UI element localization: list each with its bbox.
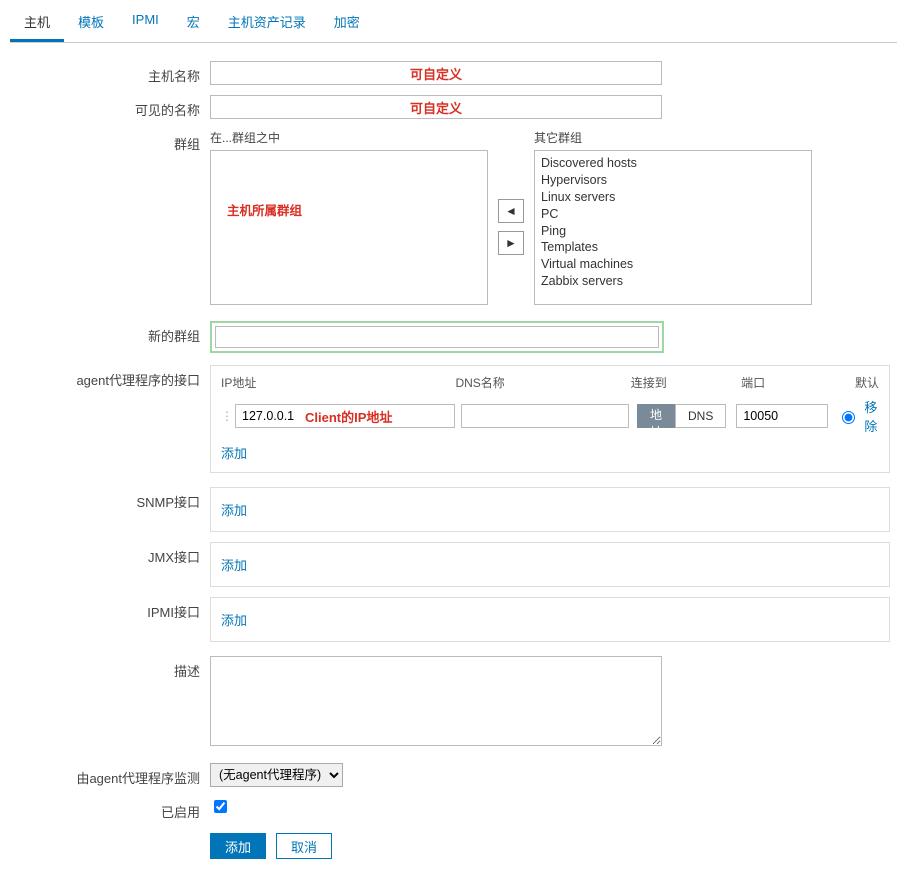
snmp-add-link[interactable]: 添加	[221, 500, 247, 519]
other-groups-listbox[interactable]: Discovered hosts Hypervisors Linux serve…	[534, 150, 812, 305]
agent-iface-label: agent代理程序的接口	[10, 365, 210, 389]
list-item[interactable]: Zabbix servers	[539, 273, 807, 290]
tab-ipmi[interactable]: IPMI	[118, 6, 173, 42]
list-item[interactable]: Discovered hosts	[539, 155, 807, 172]
newgroup-input[interactable]	[215, 326, 659, 348]
list-item[interactable]: Virtual machines	[539, 256, 807, 273]
groups-label: 群组	[10, 129, 210, 153]
right-arrow-icon: ►	[505, 236, 517, 250]
snmp-label: SNMP接口	[10, 487, 210, 511]
enabled-label: 已启用	[10, 797, 210, 821]
hostname-input[interactable]	[210, 61, 662, 85]
in-groups-header: 在...群组之中	[210, 129, 488, 146]
agent-port-input[interactable]	[736, 404, 828, 428]
agent-header-dns: DNS名称	[455, 374, 630, 391]
ipmi-add-link[interactable]: 添加	[221, 610, 247, 629]
hostname-label: 主机名称	[10, 61, 210, 85]
tab-inventory[interactable]: 主机资产记录	[214, 6, 320, 42]
enabled-checkbox[interactable]	[214, 800, 227, 813]
agent-iface-row: ⋮⋮ Client的IP地址 IP地址 DNS 移除	[221, 397, 879, 435]
newgroup-label: 新的群组	[10, 321, 210, 345]
agent-add-link[interactable]: 添加	[221, 443, 247, 462]
drag-handle-icon[interactable]: ⋮⋮	[221, 409, 235, 423]
agent-header-conn: 连接到	[631, 374, 741, 391]
description-textarea[interactable]	[210, 656, 662, 746]
jmx-add-link[interactable]: 添加	[221, 555, 247, 574]
move-right-button[interactable]: ►	[498, 231, 524, 255]
agent-dns-input[interactable]	[461, 404, 629, 428]
agent-header-ip: IP地址	[221, 374, 455, 391]
snmp-box: 添加	[210, 487, 890, 532]
list-item[interactable]: Linux servers	[539, 189, 807, 206]
submit-button[interactable]: 添加	[210, 833, 266, 859]
agent-header-def: 默认	[840, 374, 879, 391]
agent-remove-link[interactable]: 移除	[864, 397, 879, 435]
list-item[interactable]: Templates	[539, 239, 807, 256]
jmx-box: 添加	[210, 542, 890, 587]
agent-header-port: 端口	[741, 374, 840, 391]
visiblename-input[interactable]	[210, 95, 662, 119]
visiblename-label: 可见的名称	[10, 95, 210, 119]
list-item[interactable]: PC	[539, 206, 807, 223]
agent-iface-box: IP地址 DNS名称 连接到 端口 默认 ⋮⋮ Client的IP地址 IP地址	[210, 365, 890, 473]
move-left-button[interactable]: ◄	[498, 199, 524, 223]
connect-dns-button[interactable]: DNS	[675, 404, 726, 428]
other-groups-header: 其它群组	[534, 129, 812, 146]
tab-macro[interactable]: 宏	[173, 6, 214, 42]
proxy-label: 由agent代理程序监测	[10, 763, 210, 787]
list-item[interactable]: Ping	[539, 223, 807, 240]
agent-ip-input[interactable]	[235, 404, 455, 428]
tab-template[interactable]: 模板	[64, 6, 118, 42]
jmx-label: JMX接口	[10, 542, 210, 566]
connect-ip-button[interactable]: IP地址	[637, 404, 675, 428]
tab-host[interactable]: 主机	[10, 6, 64, 42]
tabs: 主机 模板 IPMI 宏 主机资产记录 加密	[10, 6, 897, 43]
agent-default-radio[interactable]	[842, 411, 855, 424]
list-item[interactable]: Hypervisors	[539, 172, 807, 189]
in-groups-placeholder: 主机所属群组	[215, 155, 483, 220]
ipmi-box: 添加	[210, 597, 890, 642]
cancel-button[interactable]: 取消	[276, 833, 332, 859]
tab-encryption[interactable]: 加密	[320, 6, 374, 42]
proxy-select[interactable]: (无agent代理程序)	[210, 763, 343, 787]
description-label: 描述	[10, 656, 210, 680]
in-groups-listbox[interactable]: 主机所属群组	[210, 150, 488, 305]
ipmi-label: IPMI接口	[10, 597, 210, 621]
left-arrow-icon: ◄	[505, 204, 517, 218]
